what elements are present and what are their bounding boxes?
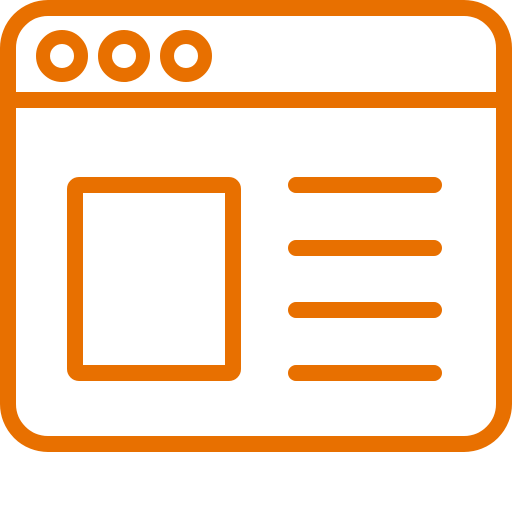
image-placeholder — [67, 177, 241, 381]
window-control-dot — [98, 30, 150, 82]
window-control-dot — [160, 30, 212, 82]
window-control-dot — [36, 30, 88, 82]
browser-window-icon — [0, 0, 512, 452]
icon-canvas — [0, 0, 512, 512]
